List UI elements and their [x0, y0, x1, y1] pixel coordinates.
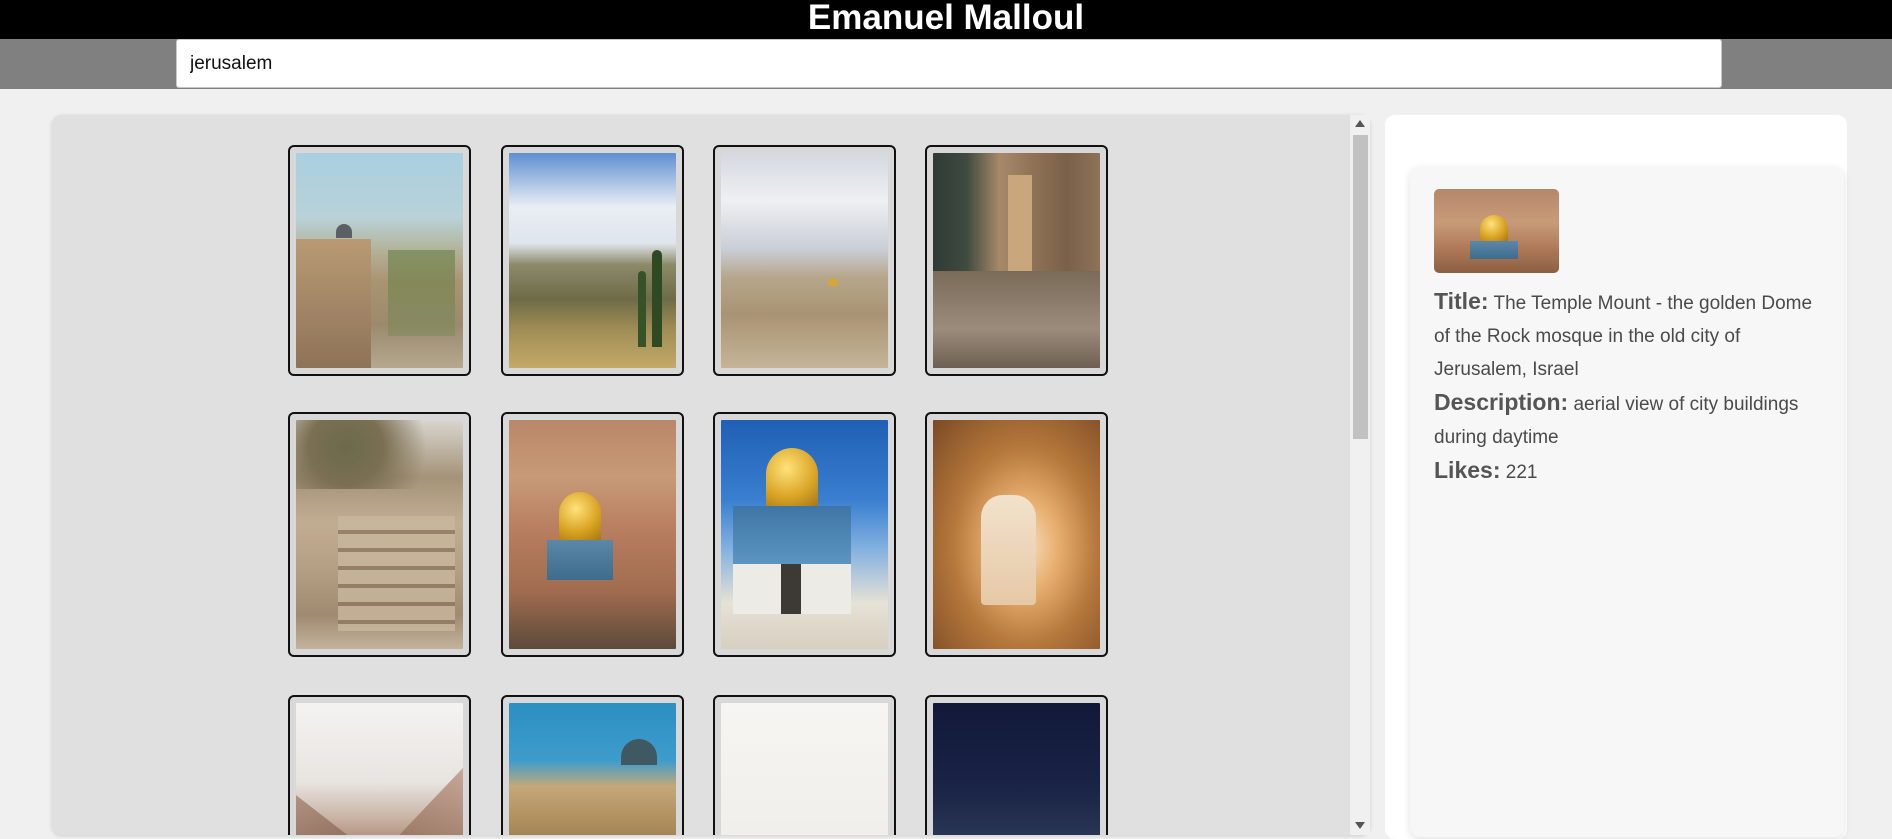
dome-of-rock-aerial-photo	[509, 420, 676, 649]
image-card[interactable]	[925, 145, 1108, 376]
image-card[interactable]	[288, 145, 471, 376]
image-card[interactable]	[501, 145, 684, 376]
image-card[interactable]	[501, 695, 684, 835]
scroll-down-arrow-icon[interactable]	[1355, 822, 1365, 829]
app-title: Emanuel Malloul	[807, 0, 1085, 37]
search-bar	[0, 39, 1892, 89]
likes-label: Likes:	[1434, 457, 1501, 483]
stone-cave-tunnel-photo	[933, 420, 1100, 649]
misty-desert-valley-photo	[296, 703, 463, 835]
title-label: Title:	[1434, 288, 1489, 314]
search-input[interactable]	[176, 39, 1722, 88]
app-header: Emanuel Malloul	[0, 0, 1892, 39]
old-city-alley-photo	[933, 153, 1100, 368]
gallery-scrollbar[interactable]	[1350, 115, 1370, 835]
likes-value: 221	[1505, 462, 1538, 483]
details-panel: Title: The Temple Mount - the golden Dom…	[1385, 115, 1847, 839]
description-label: Description:	[1434, 389, 1569, 415]
image-card[interactable]	[925, 695, 1108, 835]
jerusalem-cloudy-panorama-photo	[721, 153, 888, 368]
white-haze-photo	[721, 703, 888, 835]
image-card[interactable]	[713, 412, 896, 657]
image-card[interactable]	[501, 412, 684, 657]
dome-of-rock-closeup-photo	[721, 420, 888, 649]
detail-card: Title: The Temple Mount - the golden Dom…	[1410, 167, 1844, 837]
night-sky-photo	[933, 703, 1100, 835]
title-value: The Temple Mount - the golden Dome of th…	[1434, 293, 1813, 380]
image-gallery[interactable]	[52, 115, 1370, 835]
selected-image-thumbnail	[1434, 189, 1559, 273]
jerusalem-panorama-cypress-photo	[509, 153, 676, 368]
image-card[interactable]	[288, 695, 471, 835]
detail-text: Title: The Temple Mount - the golden Dom…	[1434, 285, 1820, 489]
scroll-thumb[interactable]	[1353, 135, 1368, 439]
city-wall-blue-dome-photo	[509, 703, 676, 835]
image-card[interactable]	[713, 695, 896, 835]
image-card[interactable]	[925, 412, 1108, 657]
image-card[interactable]	[288, 412, 471, 657]
image-card[interactable]	[713, 145, 896, 376]
scroll-up-arrow-icon[interactable]	[1355, 120, 1365, 127]
jerusalem-wall-hillside-photo	[296, 153, 463, 368]
stone-stairs-olive-trees-photo	[296, 420, 463, 649]
